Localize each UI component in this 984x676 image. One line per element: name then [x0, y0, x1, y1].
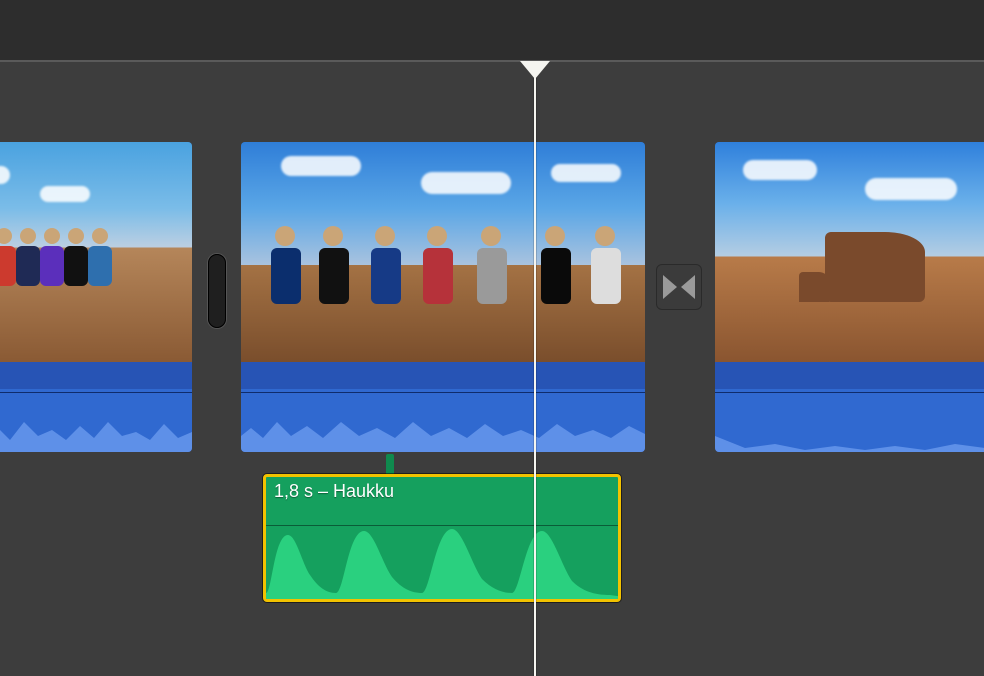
attached-audio-connector[interactable] — [386, 454, 394, 476]
clip-thumbnail — [715, 142, 984, 362]
sfx-waveform — [266, 523, 621, 599]
playhead-handle[interactable] — [520, 61, 550, 79]
audio-waveform — [0, 392, 192, 452]
playhead-line[interactable] — [534, 62, 536, 676]
clip-trim-handle[interactable] — [208, 254, 226, 328]
video-clip[interactable] — [241, 142, 645, 452]
clip-thumbnail — [0, 142, 192, 362]
audio-waveform — [241, 392, 645, 452]
video-clip[interactable] — [0, 142, 192, 452]
timeline[interactable]: 1,8 s – Haukku — [0, 62, 984, 676]
clip-audio-lane[interactable] — [241, 362, 645, 452]
audio-waveform — [715, 392, 984, 452]
toolbar-area — [0, 0, 984, 60]
clip-audio-lane[interactable] — [715, 362, 984, 452]
crossfade-icon — [662, 272, 696, 302]
transition-crossfade[interactable] — [656, 264, 702, 310]
sound-effect-label: 1,8 s – Haukku — [274, 481, 394, 502]
clip-thumbnail — [241, 142, 645, 362]
clip-audio-lane[interactable] — [0, 362, 192, 452]
sound-effect-clip[interactable]: 1,8 s – Haukku — [263, 474, 621, 602]
video-clip[interactable] — [715, 142, 984, 452]
